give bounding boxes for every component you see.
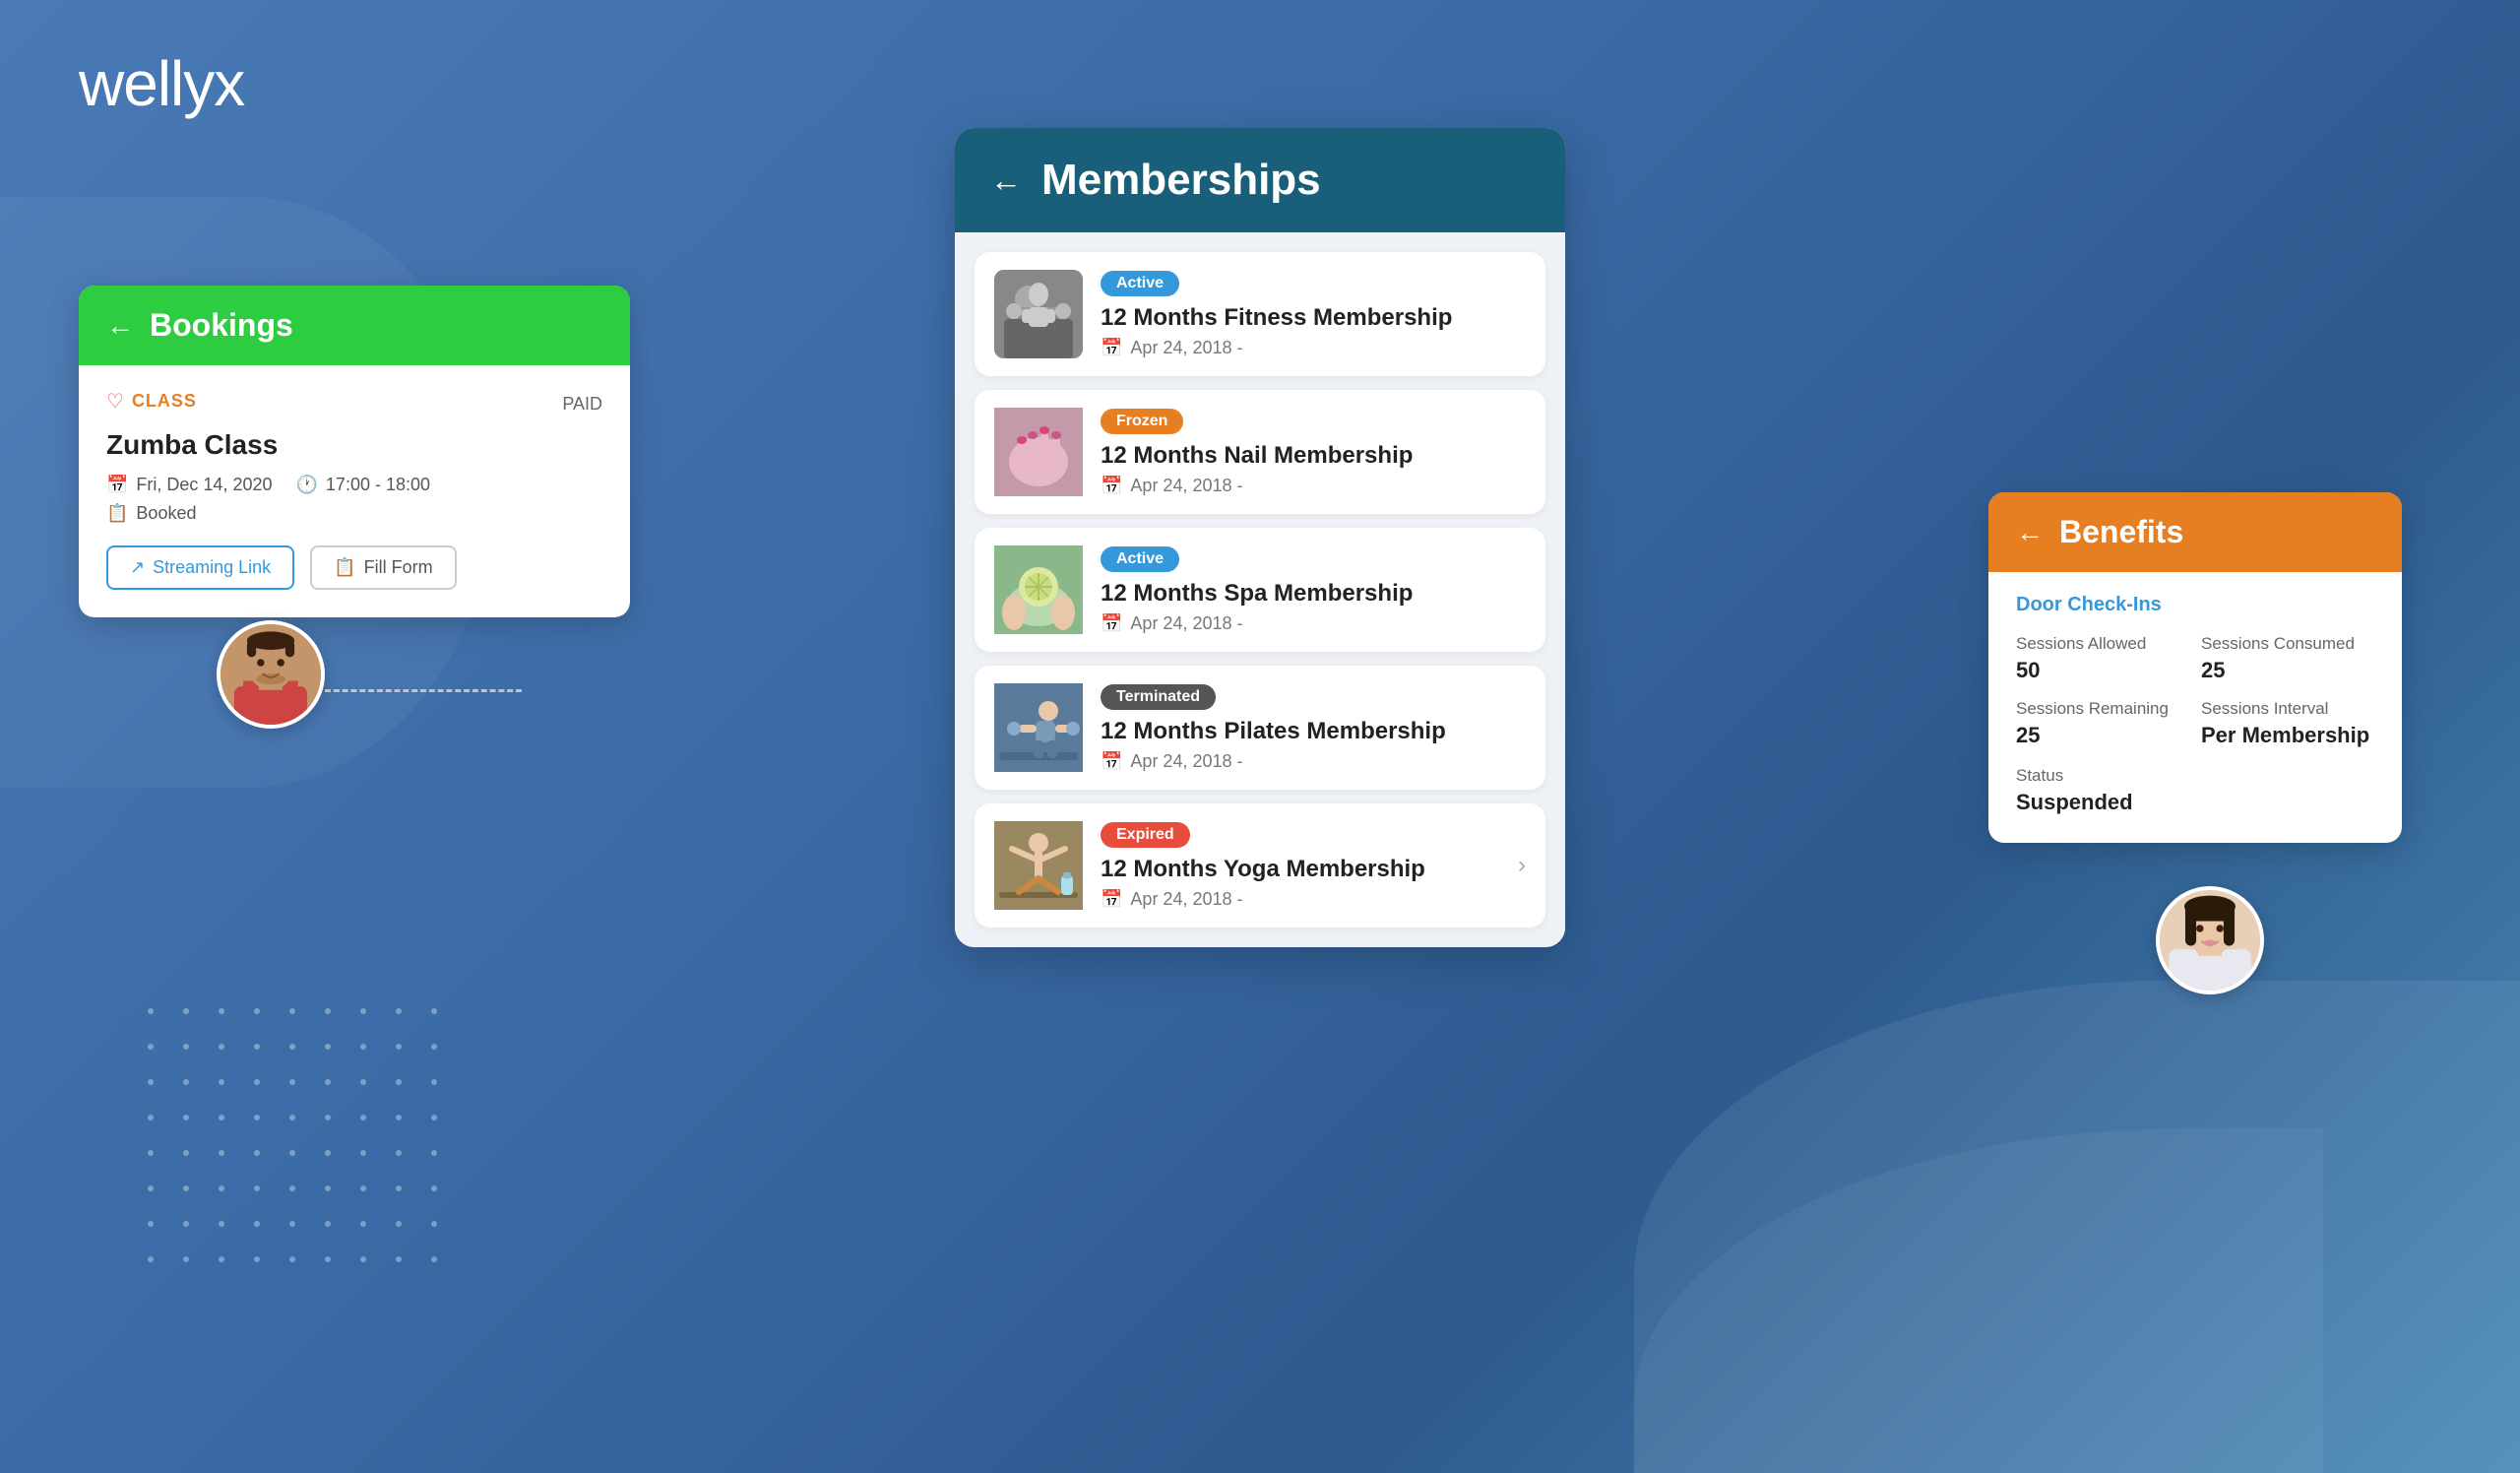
streaming-link-label: Streaming Link — [153, 557, 271, 578]
class-type-label: CLASS — [132, 391, 197, 412]
benefits-title: Benefits — [2059, 514, 2183, 550]
bookings-back-arrow[interactable]: ← — [106, 310, 134, 342]
calendar-icon: 📅 — [1101, 889, 1122, 910]
sessions-allowed-stat: Sessions Allowed 50 — [2016, 634, 2189, 683]
benefits-card: ← Benefits Door Check-Ins Sessions Allow… — [1988, 492, 2402, 843]
memberships-header: ← Memberships — [955, 128, 1565, 232]
membership-badge: Active — [1101, 271, 1179, 296]
membership-badge: Frozen — [1101, 409, 1183, 434]
sessions-remaining-label: Sessions Remaining — [2016, 699, 2189, 719]
booking-status: 📋 Booked — [106, 503, 602, 524]
dashed-connector-right — [2028, 837, 2225, 840]
chevron-right-icon: › — [1518, 852, 1526, 879]
membership-thumbnail — [994, 821, 1083, 910]
sessions-interval-label: Sessions Interval — [2201, 699, 2374, 719]
booking-time-value: 17:00 - 18:00 — [326, 475, 430, 495]
bookings-actions: ↗ Streaming Link 📋 Fill Form — [106, 545, 602, 590]
sessions-consumed-value: 25 — [2201, 658, 2374, 683]
membership-badge: Terminated — [1101, 684, 1216, 710]
bookings-top-row: ♡ CLASS PAID — [106, 389, 602, 419]
dashed-connector-left — [325, 689, 522, 692]
membership-item[interactable]: Active 12 Months Fitness Membership 📅 Ap… — [975, 252, 1545, 376]
membership-item[interactable]: Frozen 12 Months Nail Membership 📅 Apr 2… — [975, 390, 1545, 514]
membership-name: 12 Months Fitness Membership — [1101, 304, 1526, 332]
bookings-header: ← Bookings — [79, 286, 630, 365]
membership-badge: Active — [1101, 546, 1179, 572]
calendar-icon: 📅 — [106, 475, 128, 495]
booking-status-value: Booked — [136, 503, 196, 524]
memberships-list: Active 12 Months Fitness Membership 📅 Ap… — [955, 232, 1565, 947]
sessions-interval-stat: Sessions Interval Per Membership — [2201, 699, 2374, 748]
membership-name: 12 Months Nail Membership — [1101, 442, 1526, 470]
bookings-class-label: ♡ CLASS — [106, 389, 197, 414]
membership-thumbnail — [994, 545, 1083, 634]
calendar-icon: 📅 — [1101, 751, 1122, 772]
membership-badge: Expired — [1101, 822, 1190, 848]
sessions-interval-value: Per Membership — [2201, 723, 2374, 748]
sessions-remaining-value: 25 — [2016, 723, 2189, 748]
membership-date: 📅 Apr 24, 2018 - — [1101, 476, 1526, 496]
booking-time: 🕐 17:00 - 18:00 — [296, 475, 431, 495]
bookings-body: ♡ CLASS PAID Zumba Class 📅 Fri, Dec 14, … — [79, 365, 630, 617]
heart-icon: ♡ — [106, 389, 124, 414]
form-icon: 📋 — [334, 557, 355, 578]
calendar-icon: 📅 — [1101, 476, 1122, 496]
sessions-allowed-value: 50 — [2016, 658, 2189, 683]
bookings-meta: 📅 Fri, Dec 14, 2020 🕐 17:00 - 18:00 — [106, 475, 602, 495]
bg-wave-2 — [1634, 1128, 2323, 1473]
benefits-section-title: Door Check-Ins — [2016, 594, 2374, 616]
benefits-header: ← Benefits — [1988, 492, 2402, 572]
status-value: Suspended — [2016, 790, 2374, 815]
memberships-title: Memberships — [1041, 156, 1321, 205]
avatar-female — [2156, 886, 2264, 994]
membership-name: 12 Months Spa Membership — [1101, 580, 1526, 608]
membership-name: 12 Months Pilates Membership — [1101, 718, 1526, 745]
membership-thumbnail — [994, 408, 1083, 496]
booking-date: 📅 Fri, Dec 14, 2020 — [106, 475, 273, 495]
membership-thumbnail — [994, 270, 1083, 358]
sessions-allowed-label: Sessions Allowed — [2016, 634, 2189, 654]
bookings-title: Bookings — [150, 307, 293, 344]
membership-date: 📅 Apr 24, 2018 - — [1101, 338, 1526, 358]
calendar-icon: 📅 — [1101, 613, 1122, 634]
bookings-card: ← Bookings ♡ CLASS PAID Zumba Class 📅 Fr… — [79, 286, 630, 617]
benefits-back-arrow[interactable]: ← — [2016, 517, 2044, 548]
membership-info: Active 12 Months Spa Membership 📅 Apr 24… — [1101, 546, 1526, 634]
calendar-icon: 📅 — [1101, 338, 1122, 358]
membership-item[interactable]: Expired 12 Months Yoga Membership 📅 Apr … — [975, 803, 1545, 928]
membership-date: 📅 Apr 24, 2018 - — [1101, 751, 1526, 772]
avatar-male — [217, 620, 325, 729]
membership-info: Frozen 12 Months Nail Membership 📅 Apr 2… — [1101, 409, 1526, 496]
sessions-consumed-label: Sessions Consumed — [2201, 634, 2374, 654]
membership-status: Status Suspended — [2016, 766, 2374, 815]
membership-date: 📅 Apr 24, 2018 - — [1101, 889, 1500, 910]
membership-name: 12 Months Yoga Membership — [1101, 856, 1500, 883]
class-name: Zumba Class — [106, 429, 602, 461]
fill-form-button[interactable]: 📋 Fill Form — [310, 545, 456, 590]
status-label: Status — [2016, 766, 2374, 786]
membership-item[interactable]: Active 12 Months Spa Membership 📅 Apr 24… — [975, 528, 1545, 652]
dot-grid — [148, 1008, 451, 1276]
memberships-card: ← Memberships — [955, 128, 1565, 947]
membership-date: 📅 Apr 24, 2018 - — [1101, 613, 1526, 634]
streaming-link-button[interactable]: ↗ Streaming Link — [106, 545, 294, 590]
sessions-consumed-stat: Sessions Consumed 25 — [2201, 634, 2374, 683]
bg-wave-1 — [1634, 981, 2520, 1473]
notes-icon: 📋 — [106, 503, 128, 524]
app-logo: wellyx — [79, 47, 244, 120]
clock-icon: 🕐 — [296, 475, 318, 495]
membership-info: Active 12 Months Fitness Membership 📅 Ap… — [1101, 271, 1526, 358]
external-link-icon: ↗ — [130, 557, 145, 578]
membership-item[interactable]: Terminated 12 Months Pilates Membership … — [975, 666, 1545, 790]
membership-thumbnail — [994, 683, 1083, 772]
benefits-stats-grid: Sessions Allowed 50 Sessions Consumed 25… — [2016, 634, 2374, 748]
sessions-remaining-stat: Sessions Remaining 25 — [2016, 699, 2189, 748]
paid-badge: PAID — [562, 394, 602, 415]
membership-info: Expired 12 Months Yoga Membership 📅 Apr … — [1101, 822, 1500, 910]
memberships-back-arrow[interactable]: ← — [990, 162, 1022, 199]
booking-date-value: Fri, Dec 14, 2020 — [136, 475, 272, 495]
benefits-body: Door Check-Ins Sessions Allowed 50 Sessi… — [1988, 572, 2402, 843]
fill-form-label: Fill Form — [364, 557, 433, 578]
membership-info: Terminated 12 Months Pilates Membership … — [1101, 684, 1526, 772]
